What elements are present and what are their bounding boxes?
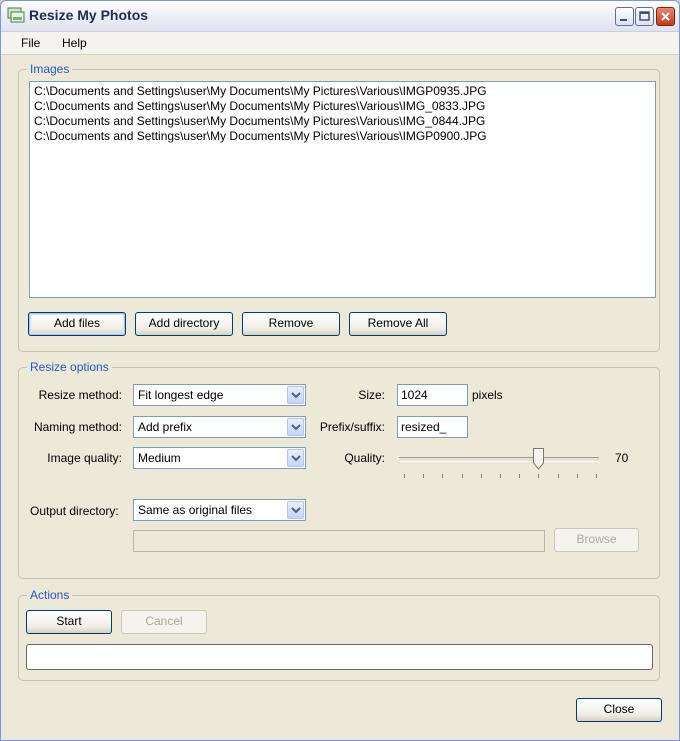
size-unit-label: pixels [472,388,503,402]
quality-label: Quality: [344,451,385,465]
quality-slider[interactable] [397,448,603,482]
minimize-button[interactable] [615,7,634,26]
maximize-icon [639,11,650,21]
slider-tick [442,474,444,478]
slider-tick [557,474,559,478]
slider-thumb[interactable] [532,448,544,470]
slider-tick [576,474,578,478]
prefix-suffix-value: resized_ [401,420,447,434]
image-quality-label: Image quality: [47,451,122,465]
main-window: Resize My Photos File Help Images C:\Doc… [0,0,680,741]
slider-track [399,457,599,462]
actions-legend: Actions [27,588,73,602]
remove-all-button[interactable]: Remove All [349,312,447,336]
prefix-suffix-label: Prefix/suffix: [319,420,385,434]
output-directory-value: Same as original files [138,503,253,517]
naming-method-value: Add prefix [138,420,193,434]
output-directory-select[interactable]: Same as original files [133,499,306,521]
remove-button[interactable]: Remove [242,312,340,336]
cancel-button[interactable]: Cancel [121,610,207,634]
window-title: Resize My Photos [29,7,149,23]
menu-bar: File Help [1,32,679,55]
resize-method-label: Resize method: [38,388,122,402]
chevron-down-icon[interactable] [287,501,304,519]
list-item[interactable]: C:\Documents and Settings\user\My Docume… [34,114,655,129]
output-directory-label: Output directory: [30,504,119,518]
size-label: Size: [358,388,385,402]
menu-help[interactable]: Help [62,36,87,50]
slider-tick [596,474,597,478]
resize-method-select[interactable]: Fit longest edge [133,384,306,406]
image-file-list[interactable]: C:\Documents and Settings\user\My Docume… [29,81,656,298]
list-item[interactable]: C:\Documents and Settings\user\My Docume… [34,84,655,99]
image-quality-select[interactable]: Medium [133,447,306,469]
photos-app-icon [7,7,25,23]
add-directory-button[interactable]: Add directory [135,312,233,336]
maximize-button[interactable] [635,7,654,26]
slider-tick [461,474,463,478]
naming-method-label: Naming method: [33,420,122,434]
close-icon [661,12,670,21]
slider-tick [404,474,405,478]
add-files-button[interactable]: Add files [28,312,126,336]
image-quality-value: Medium [138,451,181,465]
browse-button[interactable]: Browse [554,528,639,552]
naming-method-select[interactable]: Add prefix [133,416,306,438]
resize-method-value: Fit longest edge [138,388,224,402]
slider-tick [500,474,501,478]
slider-tick [538,474,540,478]
title-bar[interactable]: Resize My Photos [1,1,679,32]
slider-tick [519,474,521,478]
minimize-icon [620,19,627,21]
size-value: 1024 [401,388,428,402]
resize-options-legend: Resize options [27,360,112,374]
quality-value: 70 [615,451,629,465]
size-input[interactable]: 1024 [397,384,468,406]
list-item[interactable]: C:\Documents and Settings\user\My Docume… [34,129,655,144]
progress-bar [26,644,653,670]
start-button[interactable]: Start [26,610,112,634]
list-item[interactable]: C:\Documents and Settings\user\My Docume… [34,99,655,114]
menu-file[interactable]: File [21,36,40,50]
slider-tick [423,474,425,478]
close-window-button[interactable] [656,7,675,26]
close-button[interactable]: Close [576,698,662,722]
output-path-input [133,530,545,552]
images-legend: Images [27,62,73,76]
prefix-suffix-input[interactable]: resized_ [397,416,468,438]
slider-tick [480,474,482,478]
